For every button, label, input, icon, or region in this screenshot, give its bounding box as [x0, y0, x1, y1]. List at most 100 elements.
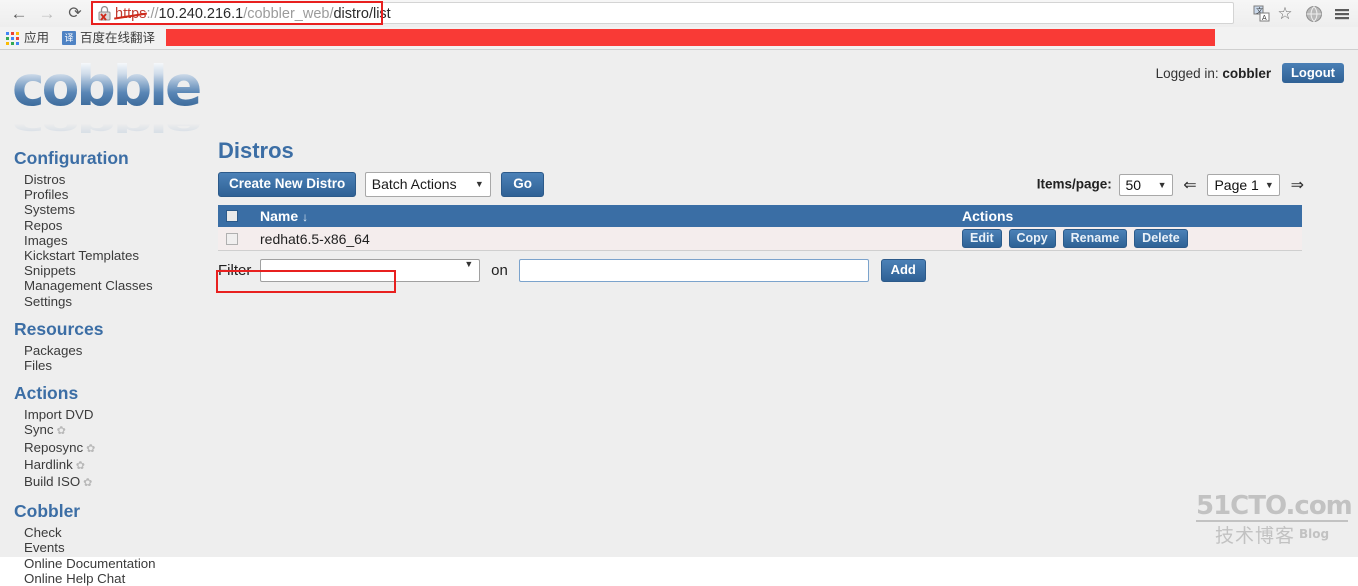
cobbler-logo[interactable]: cobbler cobbler	[12, 54, 226, 141]
add-filter-button[interactable]: Add	[880, 259, 926, 282]
sidebar-item-kickstart-templates[interactable]: Kickstart Templates	[0, 248, 210, 263]
page-value: Page 1	[1214, 177, 1259, 193]
forward-arrow-icon[interactable]: →	[36, 3, 58, 25]
table-body: redhat6.5-x86_64 Edit Copy Rename Delete	[218, 227, 1302, 251]
filter-field-select[interactable]: ▼	[260, 259, 481, 282]
bookmark-baidu-translate[interactable]: 百度在线翻译	[80, 30, 155, 46]
select-all-header	[218, 205, 252, 227]
sort-descending-icon: ↓	[302, 210, 309, 224]
filter-row: Filter ▼ on Add	[218, 259, 1308, 283]
next-page-button[interactable]: ⇒	[1291, 175, 1304, 195]
sidebar-item-systems[interactable]: Systems	[0, 202, 210, 217]
translate-page-icon[interactable]: 文 A	[1252, 4, 1272, 24]
sidebar-item-import-dvd[interactable]: Import DVD	[0, 407, 210, 422]
sidebar-item-files[interactable]: Files	[0, 358, 210, 373]
create-new-distro-button[interactable]: Create New Distro	[218, 172, 357, 197]
sidebar-group-title-cobbler: Cobbler	[14, 501, 81, 522]
page-select[interactable]: Page 1 ▼	[1207, 174, 1280, 196]
edit-button[interactable]: Edit	[962, 229, 1002, 248]
sidebar-item-reposync[interactable]: Reposync ✿	[0, 440, 210, 457]
sidebar-item-online-documentation[interactable]: Online Documentation	[0, 556, 210, 571]
sidebar-item-images[interactable]: Images	[0, 233, 210, 248]
globe-icon[interactable]	[1304, 4, 1324, 24]
logged-in-label: Logged in:	[1155, 66, 1219, 81]
go-button[interactable]: Go	[501, 172, 544, 197]
items-per-page-select[interactable]: 50 ▼	[1118, 174, 1173, 196]
filter-value-input[interactable]	[518, 259, 869, 282]
chevron-down-icon: ▼	[1157, 180, 1167, 190]
sidebar-item-repos[interactable]: Repos	[0, 218, 210, 233]
baidu-translate-icon[interactable]: 译	[62, 31, 76, 45]
logout-button[interactable]: Logout	[1281, 63, 1344, 83]
sidebar-item-snippets[interactable]: Snippets	[0, 263, 210, 278]
watermark-title: 51CTO.com	[1196, 491, 1353, 522]
url-scheme: https	[115, 6, 147, 22]
sidebar-group-title-configuration: Configuration	[14, 148, 129, 168]
cobbler-logo-text: cobbler	[12, 54, 226, 118]
rename-button[interactable]: Rename	[1062, 229, 1128, 248]
watermark: 51CTO.com 技术博客 Blog	[1196, 491, 1353, 549]
sidebar-item-packages[interactable]: Packages	[0, 343, 210, 358]
sidebar-item-build-iso[interactable]: Build ISO ✿	[0, 474, 210, 491]
sidebar-item-online-help-chat[interactable]: Online Help Chat	[0, 571, 210, 586]
select-all-checkbox[interactable]	[226, 210, 238, 222]
url-host: 10.240.216.1	[158, 6, 244, 22]
redaction-bar	[166, 29, 1215, 46]
column-header-name-label: Name	[260, 208, 299, 224]
prev-page-button[interactable]: ⇐	[1183, 175, 1196, 195]
sidebar-item-settings[interactable]: Settings	[0, 294, 210, 309]
sidebar-item-sync[interactable]: Sync ✿	[0, 422, 210, 439]
sidebar-item-label: Sync	[24, 422, 54, 438]
bookmark-apps-label[interactable]: 应用	[24, 30, 49, 46]
copy-button[interactable]: Copy	[1008, 229, 1056, 248]
batch-actions-value: Batch Actions	[371, 176, 457, 192]
filter-on-label: on	[491, 262, 508, 279]
table-row[interactable]: redhat6.5-x86_64 Edit Copy Rename Delete	[218, 227, 1302, 251]
url-path: /cobbler_web/	[243, 6, 334, 22]
bookmark-star-icon[interactable]: ☆	[1275, 4, 1295, 24]
gear-icon: ✿	[83, 477, 93, 490]
url-bar[interactable]: https://10.240.216.1/cobbler_web/distro/…	[92, 2, 1234, 24]
row-name-cell[interactable]: redhat6.5-x86_64	[252, 227, 954, 251]
gear-icon: ✿	[75, 459, 85, 472]
sidebar-group-title-resources: Resources	[14, 318, 104, 339]
sidebar-item-label: Build ISO	[24, 474, 81, 490]
username-label: cobbler	[1222, 66, 1272, 81]
url-text: https://10.240.216.1/cobbler_web/distro/…	[115, 4, 391, 24]
watermark-blog-label: Blog	[1298, 527, 1330, 541]
main-content: Distros Create New Distro Batch Actions ▼…	[218, 138, 1308, 283]
sidebar-item-profiles[interactable]: Profiles	[0, 187, 210, 202]
hamburger-menu-icon[interactable]	[1332, 4, 1352, 24]
distros-toolbar: Create New Distro Batch Actions ▼ Go Item…	[218, 172, 1308, 200]
sidebar-group-title-actions: Actions	[14, 383, 79, 404]
watermark-subtitle: 技术博客 Blog	[1196, 522, 1348, 549]
batch-actions-select[interactable]: Batch Actions ▼	[364, 172, 491, 197]
browser-toolbar: ← → ⟳ https://10.240.216.1/cobbler_web/d…	[0, 0, 1358, 27]
table-head: Name ↓ Actions	[218, 205, 1302, 227]
back-arrow-icon[interactable]: ←	[8, 3, 30, 25]
url-path-tail: distro/list	[333, 6, 391, 22]
filter-label: Filter	[218, 262, 252, 279]
page-title: Distros	[218, 138, 294, 163]
sidebar: Configuration Distros Profiles Systems R…	[0, 138, 210, 586]
cobbler-logo-reflection: cobbler	[12, 111, 224, 141]
row-checkbox[interactable]	[226, 232, 238, 245]
sidebar-item-hardlink[interactable]: Hardlink ✿	[0, 457, 210, 474]
column-header-name[interactable]: Name ↓	[252, 205, 954, 227]
sidebar-item-distros[interactable]: Distros	[0, 172, 210, 187]
broken-lock-icon[interactable]	[98, 6, 111, 21]
row-checkbox-cell	[218, 227, 252, 251]
svg-text:A: A	[1262, 15, 1267, 22]
chevron-down-icon: ▼	[474, 179, 484, 189]
row-actions-cell: Edit Copy Rename Delete	[954, 227, 1302, 251]
items-per-page-label: Items/page:	[1036, 176, 1112, 192]
column-header-actions: Actions	[954, 205, 1302, 227]
gear-icon: ✿	[86, 442, 96, 455]
sidebar-item-events[interactable]: Events	[0, 540, 210, 555]
apps-grid-icon[interactable]	[6, 32, 19, 45]
sidebar-item-check[interactable]: Check	[0, 525, 210, 540]
reload-icon[interactable]: ⟳	[64, 3, 86, 25]
browser-chrome: ← → ⟳ https://10.240.216.1/cobbler_web/d…	[0, 0, 1358, 50]
sidebar-item-management-classes[interactable]: Management Classes	[0, 278, 210, 293]
delete-button[interactable]: Delete	[1134, 229, 1188, 248]
